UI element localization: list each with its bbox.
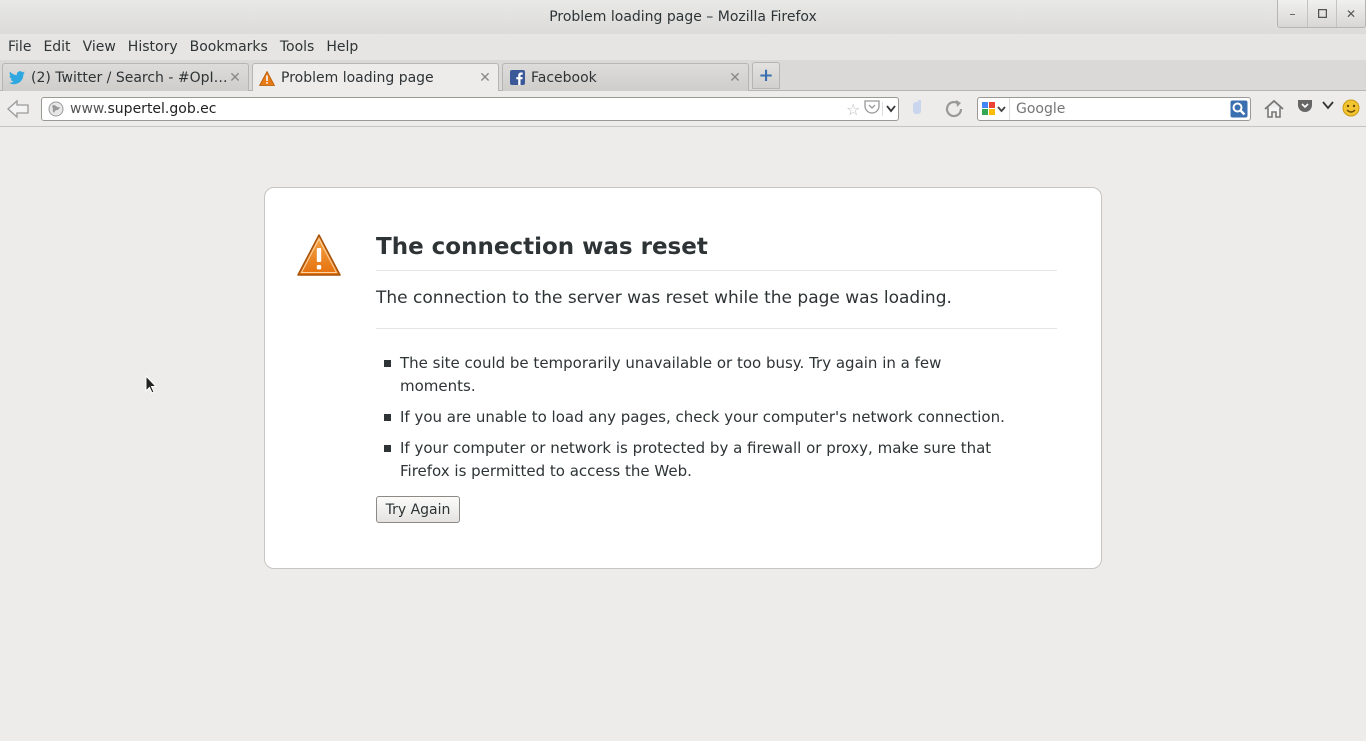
twitter-icon — [9, 70, 25, 86]
tab-label: (2) Twitter / Search - #OpIn... — [31, 69, 228, 86]
warning-icon — [296, 233, 342, 277]
menu-bar: File Edit View History Bookmarks Tools H… — [0, 34, 1366, 60]
menu-view[interactable]: View — [77, 39, 122, 55]
reload-icon — [945, 100, 963, 118]
close-tab-icon[interactable]: ✕ — [478, 70, 492, 86]
bookmark-star-icon[interactable]: ☆ — [846, 100, 864, 119]
suggestion-item: The site could be temporarily unavailabl… — [376, 352, 1016, 398]
tab-bar: (2) Twitter / Search - #OpIn... ✕ Proble… — [0, 60, 1366, 92]
error-description: The connection to the server was reset w… — [376, 288, 1057, 329]
search-bar[interactable] — [977, 97, 1251, 121]
stop-icon — [913, 100, 921, 114]
close-icon[interactable]: ✕ — [1336, 0, 1365, 27]
suggestion-item: If your computer or network is protected… — [376, 437, 1016, 483]
error-suggestions-list: The site could be temporarily unavailabl… — [376, 352, 1016, 491]
globe-icon — [48, 101, 64, 117]
tab-problem-loading[interactable]: Problem loading page ✕ — [252, 63, 499, 92]
menu-tools[interactable]: Tools — [274, 39, 321, 55]
url-text[interactable]: www.supertel.gob.ec — [70, 101, 846, 117]
back-arrow-icon — [7, 99, 29, 119]
close-tab-icon[interactable]: ✕ — [728, 70, 742, 86]
window-titlebar: Problem loading page – Mozilla Firefox –… — [0, 0, 1366, 34]
error-page-container: The connection was reset The connection … — [264, 187, 1102, 569]
menu-history[interactable]: History — [122, 39, 184, 55]
try-again-button[interactable]: Try Again — [376, 496, 460, 523]
mouse-cursor-icon — [145, 374, 158, 395]
search-engine-selector[interactable] — [978, 98, 1010, 120]
pocket-button[interactable] — [1297, 99, 1315, 117]
reload-button[interactable] — [943, 98, 965, 120]
new-tab-button[interactable]: + — [752, 62, 780, 89]
window-title: Problem loading page – Mozilla Firefox — [549, 9, 817, 25]
feed-icon[interactable] — [864, 100, 882, 118]
home-button[interactable] — [1263, 98, 1285, 120]
menu-file[interactable]: File — [2, 39, 37, 55]
back-button[interactable] — [6, 99, 30, 119]
minimize-icon[interactable]: – — [1278, 0, 1307, 27]
menu-edit[interactable]: Edit — [37, 39, 76, 55]
menu-help[interactable]: Help — [320, 39, 364, 55]
facebook-icon — [509, 70, 525, 86]
url-bar[interactable]: www.supertel.gob.ec ☆ — [41, 97, 899, 121]
window-controls: – ✕ — [1277, 0, 1366, 28]
home-icon — [1264, 99, 1284, 118]
menu-bookmarks[interactable]: Bookmarks — [184, 39, 274, 55]
tab-facebook[interactable]: Facebook ✕ — [502, 63, 749, 91]
tab-label: Problem loading page — [281, 70, 434, 86]
navigation-toolbar: www.supertel.gob.ec ☆ — [0, 91, 1366, 127]
search-input[interactable] — [1010, 101, 1228, 117]
toolbar-dropdown-icon[interactable] — [1322, 99, 1336, 117]
warning-icon — [259, 70, 275, 86]
search-go-icon[interactable] — [1228, 98, 1250, 120]
smiley-icon[interactable] — [1342, 99, 1360, 117]
url-domain: supertel.gob.ec — [107, 101, 217, 117]
url-history-dropdown-icon[interactable] — [882, 102, 898, 116]
maximize-icon[interactable] — [1307, 0, 1336, 27]
tab-twitter[interactable]: (2) Twitter / Search - #OpIn... ✕ — [2, 63, 249, 91]
stop-button[interactable] — [910, 99, 930, 119]
error-title: The connection was reset — [376, 234, 1057, 271]
close-tab-icon[interactable]: ✕ — [228, 70, 242, 86]
tab-label: Facebook — [531, 69, 597, 86]
url-prefix: www. — [70, 101, 108, 117]
pocket-icon — [1298, 100, 1312, 112]
google-icon — [981, 102, 1006, 115]
plus-icon: + — [758, 65, 774, 86]
suggestion-item: If you are unable to load any pages, che… — [376, 406, 1016, 429]
